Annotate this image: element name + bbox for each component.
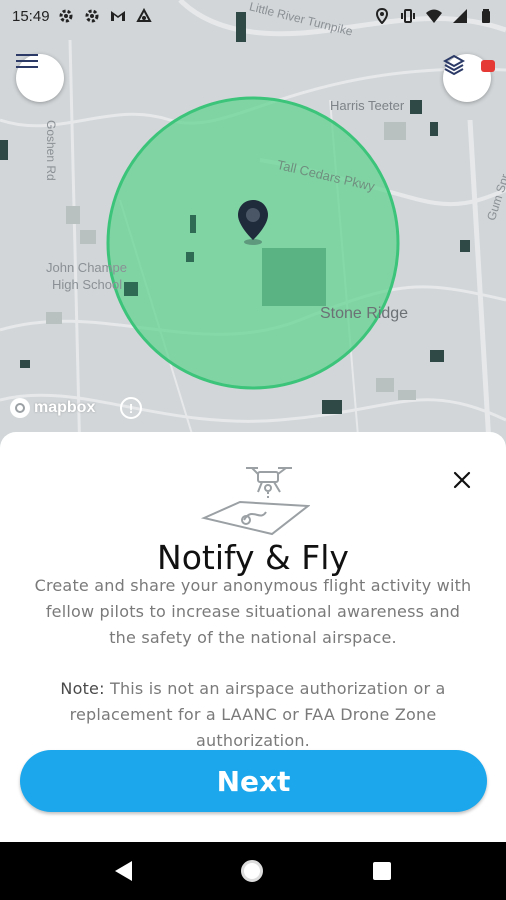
gear-icon [59, 9, 73, 23]
mapbox-logo: mapbox [10, 398, 95, 418]
layers-button[interactable] [443, 54, 495, 102]
recent-apps-icon[interactable] [373, 862, 392, 880]
map-view[interactable]: Little River Turnpike Goshen Rd Harris T… [0, 0, 506, 460]
link-icon [135, 8, 152, 22]
home-icon[interactable] [241, 860, 264, 882]
notification-badge [481, 60, 495, 72]
attribution-info-button[interactable]: ! [120, 397, 142, 419]
note-text: This is not an airspace authorization or… [69, 679, 446, 750]
battery-icon [482, 9, 490, 23]
layers-icon [443, 54, 465, 76]
navigation-bar [0, 842, 506, 900]
info-icon: ! [128, 400, 134, 416]
hamburger-icon [16, 54, 38, 68]
map-label-high-school: High School [52, 277, 123, 292]
next-button[interactable]: Next [20, 750, 487, 812]
status-bar: 15:49 [0, 0, 506, 32]
vibrate-icon [401, 9, 415, 23]
next-button-label: Next [216, 764, 291, 798]
close-button[interactable] [450, 468, 474, 492]
mapbox-icon [10, 398, 30, 418]
location-icon [375, 8, 389, 24]
notify-fly-sheet: Notify & Fly Create and share your anony… [0, 432, 506, 842]
close-icon [453, 471, 471, 489]
drone-illustration-icon [200, 467, 310, 536]
status-time: 15:49 [12, 7, 50, 25]
wifi-icon [426, 9, 442, 23]
menu-button[interactable] [16, 54, 64, 102]
signal-icon [453, 9, 467, 23]
gmail-icon [110, 11, 125, 21]
map-label-harris-teeter: Harris Teeter [330, 98, 405, 113]
sheet-title: Notify & Fly [157, 538, 349, 577]
location-pin-icon[interactable] [236, 198, 270, 246]
back-icon[interactable] [114, 861, 132, 881]
note-label: Note: [60, 679, 105, 698]
gear-icon [85, 9, 99, 23]
sheet-description: Create and share your anonymous flight a… [34, 576, 472, 647]
map-label-stone-ridge: Stone Ridge [320, 305, 409, 322]
map-label-john-champe: John Champe [46, 260, 127, 275]
sheet-note: Note: This is not an airspace authorizat… [30, 676, 476, 754]
mapbox-text: mapbox [34, 399, 96, 416]
map-label-goshen: Goshen Rd [44, 120, 58, 181]
